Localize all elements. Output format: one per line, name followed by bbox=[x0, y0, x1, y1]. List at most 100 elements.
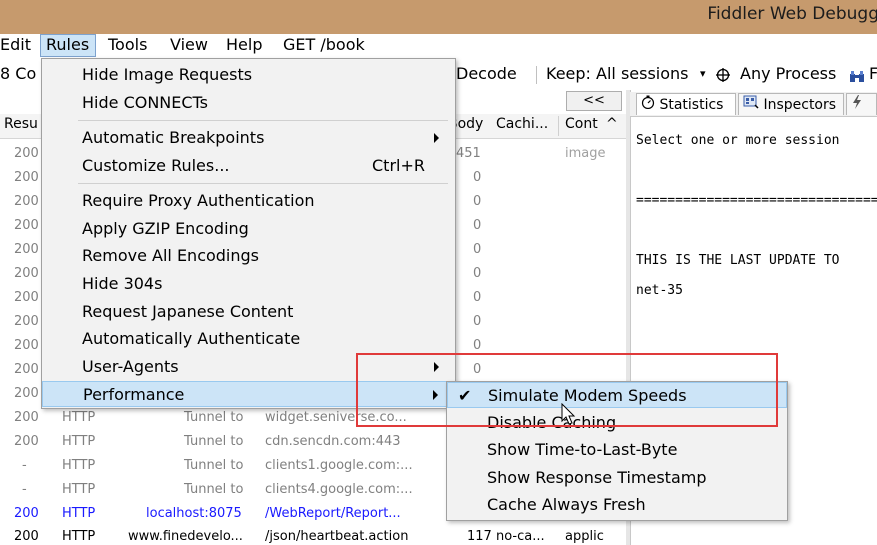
binoculars-icon[interactable] bbox=[849, 68, 865, 82]
cell-body: 0 bbox=[473, 314, 482, 329]
mouse-cursor-icon bbox=[561, 402, 577, 427]
cell-body: 0 bbox=[473, 170, 482, 185]
menu-item-label: Remove All Encodings bbox=[82, 246, 260, 265]
menu-item-show-time-to-last-byte[interactable]: Show Time-to-Last-Byte bbox=[447, 437, 787, 463]
menu-help[interactable]: Help bbox=[226, 34, 262, 58]
cell-host: localhost:8075 bbox=[146, 506, 242, 521]
console-line: net-35 bbox=[636, 283, 683, 298]
cell-result: 200 bbox=[14, 410, 39, 425]
cell-body: 0 bbox=[473, 266, 482, 281]
menu-separator bbox=[78, 183, 448, 184]
menu-item-request-japanese-content[interactable]: Request Japanese Content bbox=[42, 299, 455, 325]
tab-statistics[interactable]: Statistics bbox=[636, 93, 736, 115]
menu-get-book[interactable]: GET /book bbox=[283, 34, 365, 58]
menu-item-show-response-timestamp[interactable]: Show Response Timestamp bbox=[447, 465, 787, 491]
cell-host: www.finedevelo... bbox=[128, 529, 243, 544]
cell-host: Tunnel to bbox=[184, 410, 244, 425]
cell-result: 200 bbox=[14, 529, 39, 544]
toolbar-left-text[interactable]: 8 Co bbox=[0, 62, 36, 86]
lightning-icon bbox=[851, 94, 863, 116]
menu-item-hide-304s[interactable]: Hide 304s bbox=[42, 271, 455, 297]
inspect-icon bbox=[743, 94, 759, 116]
cell-result: 200 bbox=[14, 146, 39, 161]
menu-item-label: Automatic Breakpoints bbox=[82, 128, 265, 147]
tab-statistics-label: Statistics bbox=[659, 97, 724, 113]
cell-result: 200 bbox=[14, 506, 39, 521]
cell-body: 451 bbox=[456, 146, 481, 161]
menu-item-apply-gzip-encoding[interactable]: Apply GZIP Encoding bbox=[42, 216, 455, 242]
menu-item-hide-image-requests[interactable]: Hide Image Requests bbox=[42, 62, 455, 88]
title-bar: Fiddler Web Debugg bbox=[0, 0, 877, 34]
cell-body: 0 bbox=[473, 242, 482, 257]
menu-item-label: Automatically Authenticate bbox=[82, 329, 301, 348]
collapse-button[interactable]: << bbox=[566, 91, 622, 111]
cell-host: Tunnel to bbox=[184, 482, 244, 497]
menu-item-label: Hide Image Requests bbox=[82, 65, 253, 84]
console-line: =============================== bbox=[636, 193, 877, 208]
menu-item-cache-always-fresh[interactable]: Cache Always Fresh bbox=[447, 492, 787, 518]
menu-item-hide-connects[interactable]: Hide CONNECTs bbox=[42, 90, 455, 116]
menu-item-label: Request Japanese Content bbox=[82, 302, 294, 321]
menu-item-remove-all-encodings[interactable]: Remove All Encodings bbox=[42, 243, 455, 269]
statistics-output: Select one or more session =============… bbox=[636, 118, 877, 313]
find-button[interactable]: F bbox=[869, 62, 877, 86]
cell-protocol: HTTP bbox=[62, 482, 96, 497]
cell-protocol: HTTP bbox=[62, 410, 96, 425]
submenu-arrow-icon bbox=[434, 133, 439, 143]
cell-url: clients1.google.com:... bbox=[265, 458, 413, 473]
cell-protocol: HTTP bbox=[62, 529, 96, 544]
keep-sessions-dropdown[interactable]: Keep: All sessions bbox=[546, 62, 689, 86]
cell-content: applic bbox=[565, 529, 604, 544]
cell-host: Tunnel to bbox=[184, 434, 244, 449]
console-line: THIS IS THE LAST UPDATE TO bbox=[636, 253, 840, 268]
cell-url: /WebReport/Report... bbox=[265, 506, 401, 521]
menu-item-shortcut: Ctrl+R bbox=[372, 156, 425, 175]
cell-result: 200 bbox=[14, 338, 39, 353]
cell-result: 200 bbox=[14, 266, 39, 281]
menu-item-customize-rules[interactable]: Customize Rules... Ctrl+R bbox=[42, 153, 455, 179]
menu-item-label: Apply GZIP Encoding bbox=[82, 219, 249, 238]
cell-protocol: HTTP bbox=[62, 506, 96, 521]
header-content[interactable]: Cont bbox=[565, 116, 598, 132]
cell-protocol: HTTP bbox=[62, 434, 96, 449]
sort-up-icon[interactable]: ^ bbox=[606, 116, 618, 132]
cell-protocol: HTTP bbox=[62, 458, 96, 473]
cell-caching: no-ca... bbox=[496, 529, 545, 544]
menu-item-automatic-breakpoints[interactable]: Automatic Breakpoints bbox=[42, 125, 455, 151]
cell-result: - bbox=[22, 482, 27, 497]
cell-result: 200 bbox=[14, 218, 39, 233]
console-line: Select one or more session bbox=[636, 133, 840, 148]
stopwatch-icon bbox=[641, 94, 655, 116]
cell-result: 200 bbox=[14, 386, 39, 401]
menu-item-automatically-authenticate[interactable]: Automatically Authenticate bbox=[42, 326, 455, 352]
menu-tools[interactable]: Tools bbox=[108, 34, 147, 58]
decode-button[interactable]: Decode bbox=[456, 62, 517, 86]
tab-autoresponder[interactable] bbox=[846, 93, 877, 115]
tab-inspectors[interactable]: Inspectors bbox=[738, 93, 844, 115]
menu-rules[interactable]: Rules bbox=[46, 34, 89, 58]
tab-inspectors-label: Inspectors bbox=[763, 97, 837, 113]
header-divider bbox=[558, 116, 559, 136]
chevron-down-icon[interactable]: ▾ bbox=[700, 62, 706, 86]
menu-item-require-proxy-authentication[interactable]: Require Proxy Authentication bbox=[42, 188, 455, 214]
header-caching[interactable]: Cachi... bbox=[496, 116, 548, 132]
menu-item-label: Hide CONNECTs bbox=[82, 93, 209, 112]
menu-item-label: Require Proxy Authentication bbox=[82, 191, 315, 210]
menu-item-label: Performance bbox=[83, 385, 185, 404]
crosshair-icon[interactable] bbox=[716, 67, 730, 82]
any-process-button[interactable]: Any Process bbox=[740, 62, 836, 86]
cell-result: 200 bbox=[14, 170, 39, 185]
menu-view[interactable]: View bbox=[170, 34, 208, 58]
menu-item-label: Cache Always Fresh bbox=[487, 495, 646, 514]
cell-body: 0 bbox=[473, 338, 482, 353]
menu-item-label: Hide 304s bbox=[82, 274, 163, 293]
header-result[interactable]: Resu bbox=[4, 116, 38, 132]
menu-edit[interactable]: Edit bbox=[0, 34, 31, 58]
cell-url: clients4.google.com:... bbox=[265, 482, 413, 497]
menu-separator bbox=[78, 120, 448, 121]
cell-host: Tunnel to bbox=[184, 458, 244, 473]
cell-content: image bbox=[565, 146, 606, 161]
cell-result: 200 bbox=[14, 242, 39, 257]
